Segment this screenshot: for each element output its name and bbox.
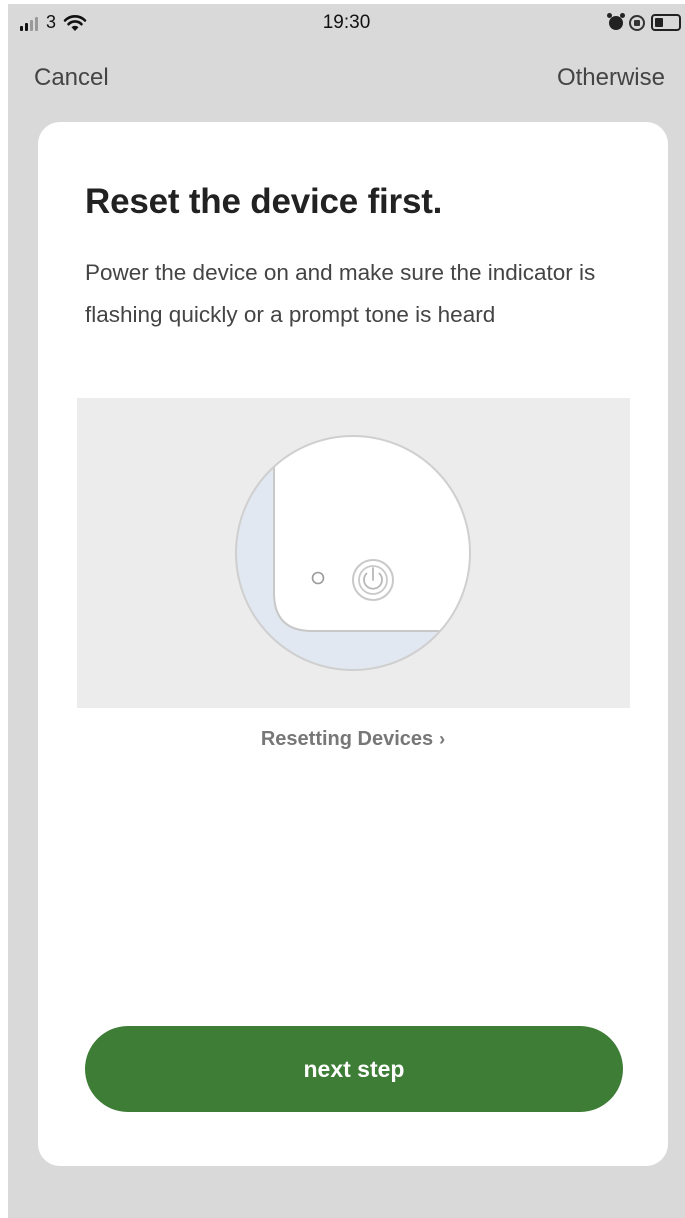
status-time: 19:30 bbox=[322, 12, 371, 33]
chevron-right-icon: › bbox=[439, 729, 446, 749]
resetting-devices-link[interactable]: Resetting Devices › bbox=[38, 728, 668, 751]
rotation-lock-icon bbox=[629, 14, 645, 31]
cancel-button[interactable]: Cancel bbox=[34, 64, 109, 92]
alarm-icon bbox=[607, 12, 625, 30]
device-illustration bbox=[77, 398, 630, 708]
status-bar: 3 19:30 bbox=[8, 4, 685, 40]
battery-icon bbox=[651, 14, 681, 31]
device-power-button-icon bbox=[235, 435, 471, 671]
page-title: Reset the device first. bbox=[85, 182, 443, 221]
status-icons bbox=[607, 12, 681, 31]
instruction-text: Power the device on and make sure the in… bbox=[85, 260, 596, 327]
resetting-devices-label: Resetting Devices bbox=[260, 728, 434, 750]
next-step-button[interactable]: next step bbox=[85, 1026, 623, 1112]
phone-screen: 3 19:30 Cancel Otherwise Reset the devic… bbox=[8, 4, 685, 1218]
reset-device-card: Reset the device first. Power the device… bbox=[38, 122, 668, 1166]
otherwise-button[interactable]: Otherwise bbox=[557, 64, 665, 92]
